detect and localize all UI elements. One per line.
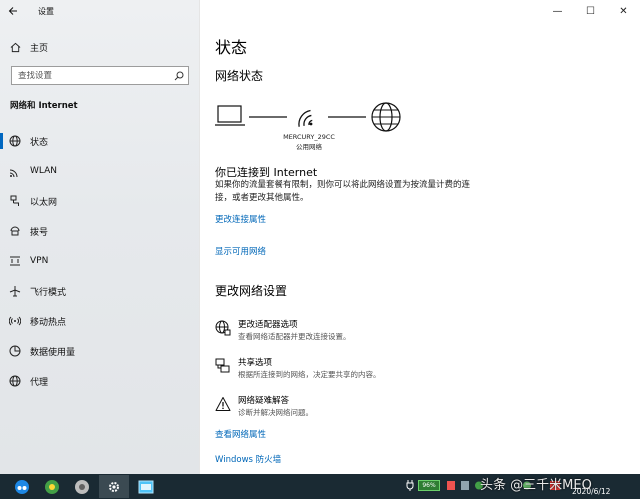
section-title: 网络和 Internet [10, 101, 78, 111]
sidebar-item-label: WLAN [30, 166, 58, 176]
sidebar-item-proxy[interactable]: 代理 [0, 366, 200, 396]
sidebar-item-label: 移动热点 [30, 317, 67, 328]
option-title: 更改适配器选项 [238, 320, 298, 330]
caption-buttons: — ☐ ✕ [541, 0, 640, 22]
close-button[interactable]: ✕ [607, 0, 640, 22]
settings-window: 设置 主页 网络和 Internet 状态 [0, 0, 640, 474]
home-icon [0, 42, 30, 53]
option-description: 诊断并解决网络问题。 [238, 408, 313, 417]
taskbar-settings[interactable] [99, 475, 129, 498]
wifi-icon [0, 165, 30, 177]
back-arrow-icon [8, 7, 17, 15]
data-usage-icon [0, 345, 30, 357]
sidebar-item-data-usage[interactable]: 数据使用量 [0, 336, 200, 366]
window-app-icon [138, 480, 154, 493]
show-available-networks-link[interactable]: 显示可用网络 [215, 245, 266, 257]
view-network-properties-link[interactable]: 查看网络属性 [215, 428, 266, 440]
app-circle-icon [15, 479, 29, 494]
proxy-globe-icon [0, 375, 30, 387]
change-connection-properties-link[interactable]: 更改连接属性 [215, 213, 266, 225]
sidebar-item-label: 主页 [30, 43, 49, 54]
clock-date[interactable]: 2020/6/12 [572, 487, 610, 496]
network-status-heading: 网络状态 [215, 69, 264, 83]
tray-app-icon[interactable] [446, 480, 456, 491]
battery-indicator[interactable]: 96% [418, 480, 440, 491]
option-title: 共享选项 [238, 358, 273, 368]
option-sharing[interactable]: 共享选项 根据所连接到的网络，决定要共享的内容。 [215, 356, 515, 382]
taskbar-app-2[interactable] [37, 475, 67, 498]
sidebar-item-hotspot[interactable]: 移动热点 [0, 306, 200, 336]
sidebar-item-label: 以太网 [30, 197, 58, 208]
plug-icon[interactable] [405, 480, 415, 491]
search-input[interactable] [12, 70, 170, 81]
option-troubleshoot[interactable]: 网络疑难解答 诊断并解决网络问题。 [215, 394, 515, 420]
sidebar-item-status[interactable]: 状态 [0, 126, 200, 156]
sidebar-item-ethernet[interactable]: 以太网 [0, 186, 200, 216]
back-button[interactable] [0, 0, 26, 22]
vpn-icon [0, 255, 30, 267]
wifi-signal-icon [298, 109, 313, 127]
tray-app-icon[interactable] [460, 480, 470, 491]
sidebar-item-vpn[interactable]: VPN [0, 246, 200, 276]
minimize-button[interactable]: — [541, 0, 574, 22]
sidebar-item-home[interactable]: 主页 [0, 36, 200, 58]
dialup-icon [0, 225, 30, 237]
windows-firewall-link[interactable]: Windows 防火墙 [215, 453, 281, 465]
taskbar-app-3[interactable] [67, 475, 97, 498]
sidebar-item-label: VPN [30, 256, 49, 266]
airplane-icon [0, 285, 30, 297]
globe-status-icon [0, 135, 30, 147]
connected-description: 如果你的流量套餐有限制，则你可以将此网络设置为按流量计费的连接，或者更改其他属性… [215, 180, 471, 203]
title-bar: 设置 [0, 0, 200, 22]
ethernet-icon [0, 195, 30, 207]
laptop-icon [215, 105, 245, 126]
option-description: 查看网络适配器并更改连接设置。 [238, 332, 351, 341]
adapter-globe-icon [215, 320, 231, 336]
change-settings-heading: 更改网络设置 [215, 284, 288, 298]
sidebar-item-label: 代理 [30, 377, 49, 388]
sidebar-nav: 状态 WLAN 以太网 拨号 VPN 飞行模式 移动热点 数据使用量 代理 [0, 126, 200, 396]
navigation-pane: 设置 主页 网络和 Internet 状态 [0, 0, 200, 474]
taskbar-app-5[interactable] [131, 475, 161, 498]
search-icon[interactable] [170, 71, 188, 81]
taskbar-app-1[interactable] [7, 475, 37, 498]
sidebar-item-airplane[interactable]: 飞行模式 [0, 276, 200, 306]
gear-icon [109, 481, 119, 492]
hotspot-icon [0, 315, 30, 327]
network-name: MERCURY_29CC [283, 133, 335, 141]
sidebar-item-wlan[interactable]: WLAN [0, 156, 200, 186]
sharing-icon [215, 358, 230, 373]
option-title: 网络疑难解答 [238, 396, 290, 406]
maximize-button[interactable]: ☐ [574, 0, 607, 22]
media-player-icon [75, 479, 89, 494]
page-title: 状态 [215, 38, 248, 57]
option-description: 根据所连接到的网络，决定要共享的内容。 [238, 370, 381, 379]
sidebar-item-label: 飞行模式 [30, 287, 67, 298]
sidebar-item-dialup[interactable]: 拨号 [0, 216, 200, 246]
connected-title: 你已连接到 Internet [215, 166, 318, 179]
sidebar-item-label: 拨号 [30, 227, 49, 238]
search-box[interactable] [11, 66, 189, 85]
network-type: 公用网络 [296, 143, 322, 151]
warning-icon [215, 397, 231, 411]
internet-globe-icon [371, 102, 401, 132]
sidebar-item-label: 数据使用量 [30, 347, 76, 358]
network-label: MERCURY_29CC 公用网络 [279, 132, 339, 152]
browser-icon [45, 479, 59, 494]
app-title: 设置 [38, 6, 54, 16]
sidebar-item-label: 状态 [30, 137, 49, 148]
option-change-adapter[interactable]: 更改适配器选项 查看网络适配器并更改连接设置。 [215, 318, 515, 344]
